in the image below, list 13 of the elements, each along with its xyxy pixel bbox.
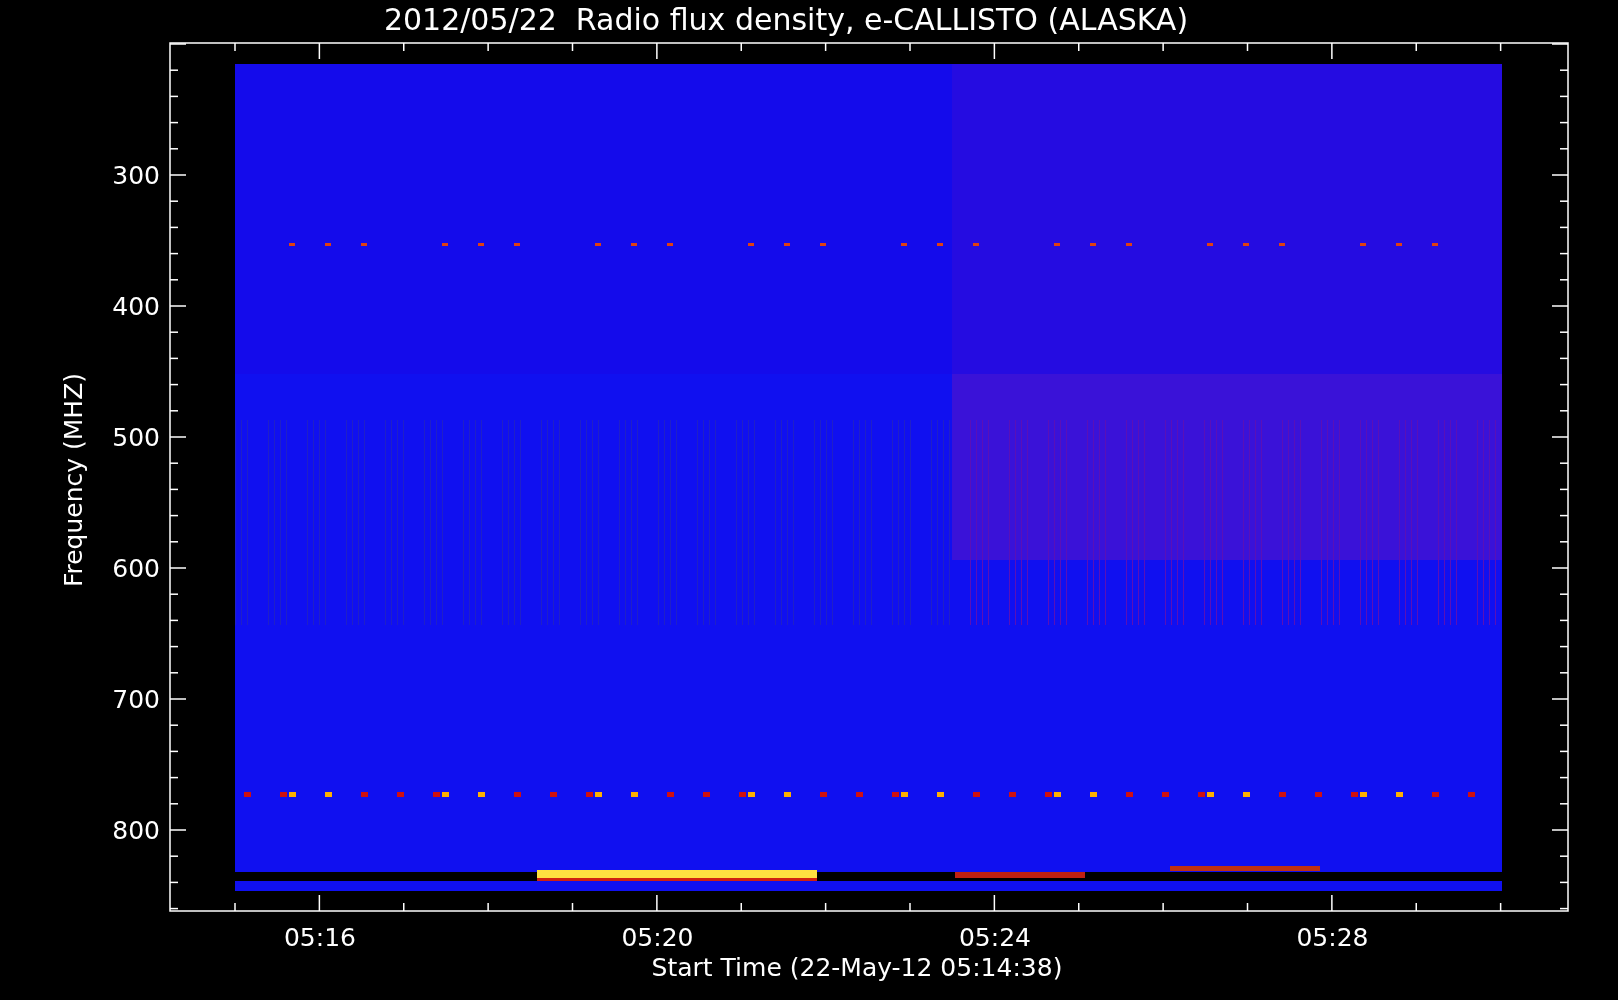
x-tick-label: 05:16	[284, 923, 356, 952]
chart-title: 2012/05/22 Radio flux density, e-CALLISTO (ALASKA)	[383, 2, 1189, 37]
y-axis-label: Frequency (MHZ)	[59, 372, 88, 588]
y-tick-label: 500	[112, 423, 160, 452]
y-tick-label: 600	[112, 554, 160, 583]
y-tick-label: 700	[112, 685, 160, 714]
y-tick-label: 800	[112, 816, 160, 845]
x-tick-label: 05:20	[621, 923, 694, 952]
x-tick-label: 05:28	[1296, 923, 1369, 952]
x-tick-label: 05:24	[959, 923, 1031, 952]
y-tick-label: 300	[112, 161, 160, 190]
x-axis-label: Start Time (22-May-12 05:14:38)	[651, 953, 1063, 982]
y-tick-label: 400	[112, 292, 160, 321]
